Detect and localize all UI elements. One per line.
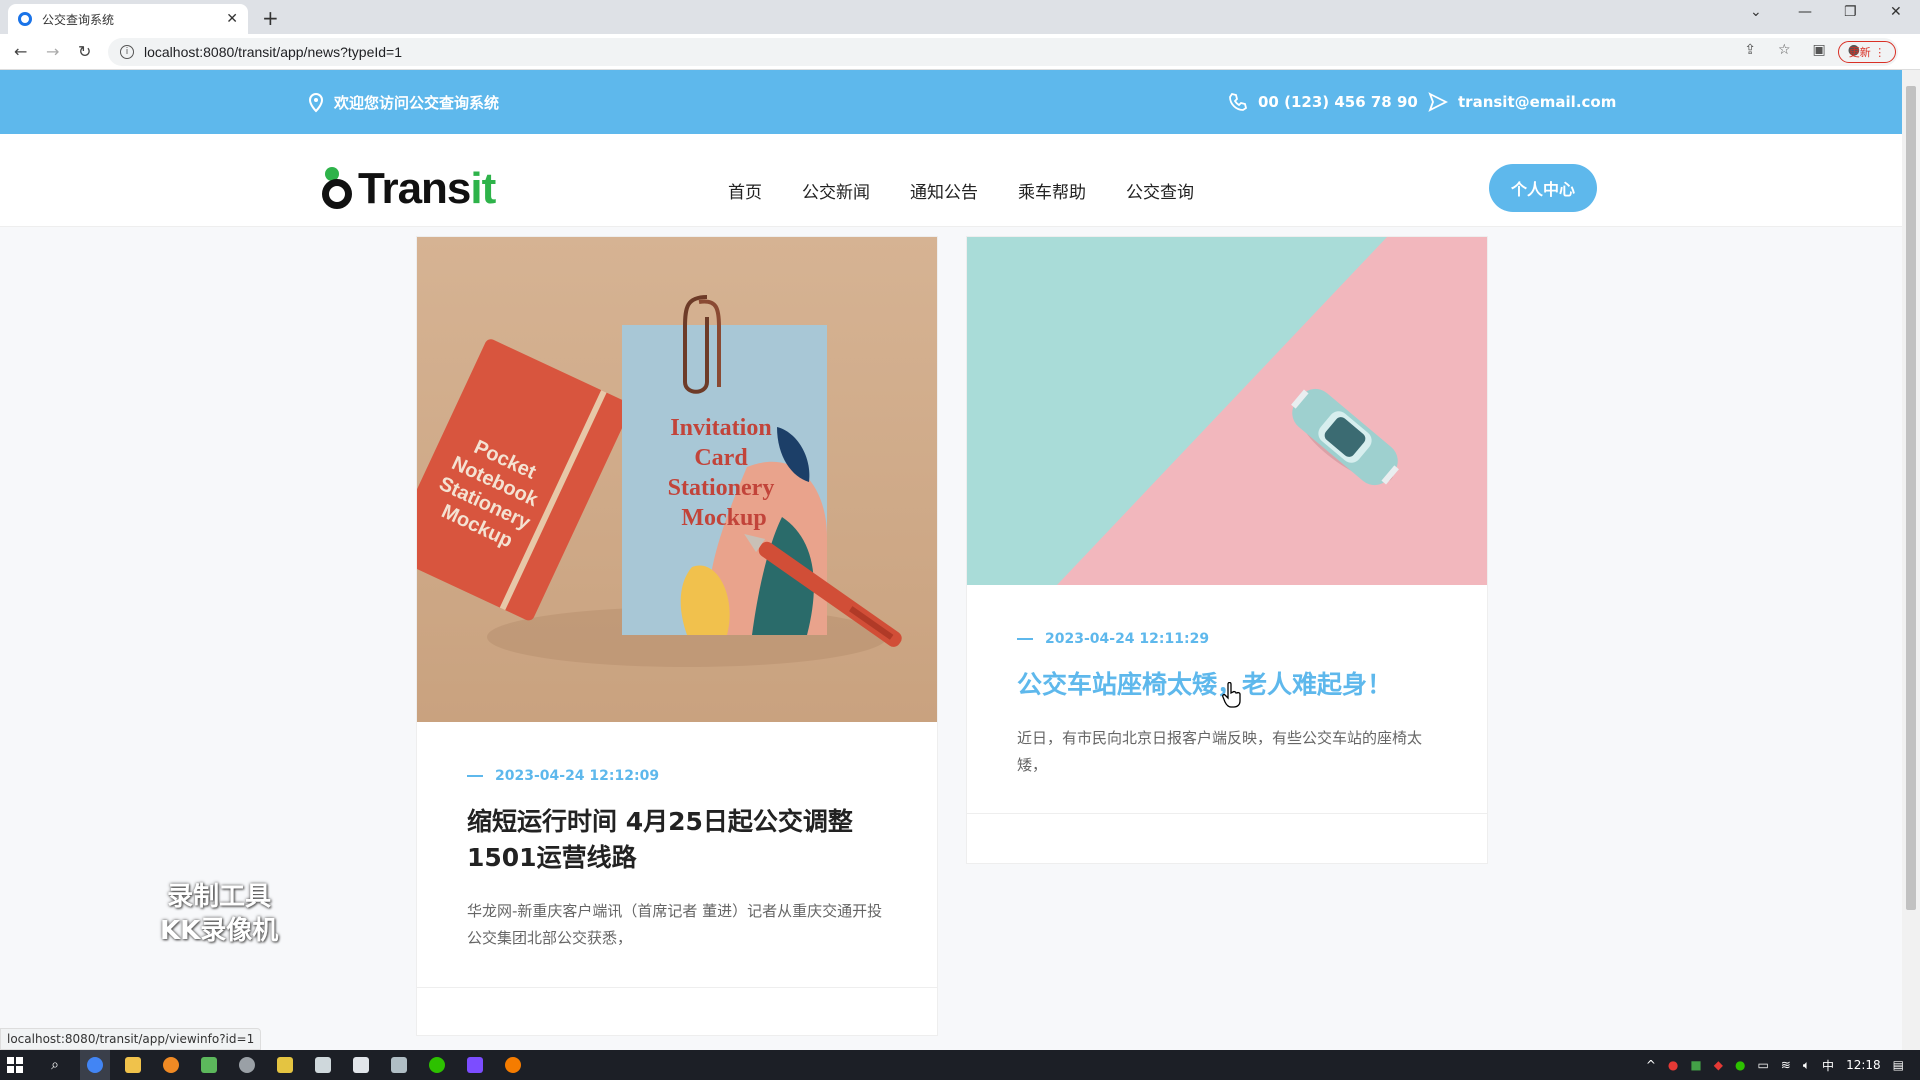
browser-tab[interactable]: 公交查询系统 ✕ [8, 4, 248, 34]
notifications-icon[interactable]: ▤ [1893, 1058, 1904, 1072]
restore-icon[interactable]: ❐ [1844, 4, 1857, 20]
windows-start-icon[interactable] [0, 1050, 30, 1080]
phone-icon [1229, 92, 1248, 111]
news-title[interactable]: 缩短运行时间 4月25日起公交调整1501运营线路 [467, 804, 887, 876]
favicon-icon [18, 12, 32, 26]
logo-mark-icon [320, 167, 354, 211]
wifi-icon[interactable]: ≋ [1781, 1058, 1791, 1072]
browser-toolbar: ← → ↻ i localhost:8080/transit/app/news?… [0, 34, 1920, 70]
tray-app-red-icon[interactable]: ● [1668, 1058, 1678, 1072]
news-date: 2023-04-24 12:12:09 [467, 768, 887, 784]
card-divider [417, 987, 937, 988]
toy-car-image [967, 237, 1487, 585]
news-card-image[interactable] [967, 237, 1487, 585]
volume-icon[interactable]: 🔈︎ [1803, 1058, 1810, 1073]
nav-item-help[interactable]: 乘车帮助 [1018, 178, 1086, 203]
side-panel-icon[interactable]: ▣ [1813, 42, 1826, 58]
ime-indicator[interactable]: 中 [1822, 1057, 1834, 1074]
update-button[interactable]: 更新 ⋮ [1838, 41, 1896, 63]
location-icon [308, 92, 324, 112]
hand-cursor-icon [1222, 682, 1241, 708]
close-window-icon[interactable]: ✕ [1890, 4, 1902, 20]
scrollbar-thumb[interactable] [1906, 86, 1916, 910]
news-card[interactable]: Pocket Notebook Stationery Mockup Invita… [416, 236, 938, 1036]
notepad-icon[interactable] [308, 1050, 338, 1080]
tab-search-icon[interactable]: ⌄ [1750, 4, 1762, 20]
page-scrollbar[interactable] [1902, 70, 1920, 1050]
nav-item-notices[interactable]: 通知公告 [910, 178, 978, 203]
main-nav: 首页 公交新闻 通知公告 乘车帮助 公交查询 [728, 178, 1194, 203]
logo-text-dark: Trans [358, 164, 471, 213]
back-icon[interactable]: ← [14, 42, 27, 61]
document-icon[interactable] [384, 1050, 414, 1080]
phone-text: 00 (123) 456 78 90 [1258, 93, 1418, 111]
share-icon[interactable]: ⇪ [1744, 42, 1756, 58]
recorder-app-icon[interactable] [498, 1050, 528, 1080]
settings-icon[interactable] [232, 1050, 262, 1080]
tray-wechat-icon[interactable]: ● [1735, 1058, 1745, 1072]
top-info-bar: 欢迎您访问公交查询系统 00 (123) 456 78 90 transit@e… [0, 70, 1902, 134]
logo-text-green: it [470, 164, 496, 213]
link-status-bar: localhost:8080/transit/app/viewinfo?id=1 [0, 1028, 262, 1050]
welcome-text: 欢迎您访问公交查询系统 [334, 94, 500, 112]
browser-tabbar: 公交查询系统 ✕ + ⌄ — ❐ ✕ [0, 0, 1920, 34]
recorder-watermark: 录制工具 KK录像机 [160, 880, 278, 948]
new-tab-icon[interactable]: + [262, 6, 279, 30]
address-bar[interactable]: i localhost:8080/transit/app/news?typeId… [108, 38, 1898, 66]
wechat-icon[interactable] [422, 1050, 452, 1080]
tab-title: 公交查询系统 [42, 12, 115, 27]
card-divider [967, 813, 1487, 814]
phone-item: 00 (123) 456 78 90 [1228, 92, 1418, 112]
tray-app-icon[interactable]: ◆ [1714, 1058, 1723, 1072]
nav-item-home[interactable]: 首页 [728, 178, 762, 203]
watermark-line-2: KK录像机 [160, 916, 279, 946]
clock[interactable]: 12:18 [1846, 1058, 1881, 1072]
app-purple-icon[interactable] [460, 1050, 490, 1080]
file-explorer-icon[interactable] [118, 1050, 148, 1080]
photos-icon[interactable] [346, 1050, 376, 1080]
nav-item-news[interactable]: 公交新闻 [802, 178, 870, 203]
news-summary: 华龙网-新重庆客户端讯（首席记者 董进）记者从重庆交通开投公交集团北部公交获悉， [467, 902, 883, 947]
windows-taskbar: ⌕ ^ ● ■ ◆ ● ▭ ≋ 🔈︎ 中 12:18 ▤ [0, 1050, 1920, 1080]
site-header: Transit 首页 公交新闻 通知公告 乘车帮助 公交查询 个人中心 [0, 134, 1902, 227]
minimize-icon[interactable]: — [1798, 4, 1812, 20]
system-tray: ^ ● ■ ◆ ● ▭ ≋ 🔈︎ 中 12:18 ▤ [1646, 1050, 1920, 1080]
watermark-line-1: 录制工具 [167, 882, 272, 912]
nav-item-query[interactable]: 公交查询 [1126, 178, 1194, 203]
news-summary: 近日，有市民向北京日报客户端反映，有些公交车站的座椅太矮， [1017, 729, 1423, 774]
bookmark-star-icon[interactable]: ☆ [1778, 42, 1791, 58]
user-center-button[interactable]: 个人中心 [1489, 164, 1597, 212]
reload-icon[interactable]: ↻ [78, 42, 91, 61]
app-yellow-icon[interactable] [270, 1050, 300, 1080]
tray-network-icon[interactable]: ▭ [1757, 1058, 1768, 1072]
tray-app-green-icon[interactable]: ■ [1690, 1058, 1701, 1072]
update-label: 更新 [1848, 46, 1871, 59]
tray-expand-icon[interactable]: ^ [1646, 1058, 1656, 1072]
url-text: localhost:8080/transit/app/news?typeId=1 [144, 44, 403, 60]
send-icon [1428, 92, 1448, 112]
search-tool-icon[interactable] [156, 1050, 186, 1080]
email-text: transit@email.com [1458, 93, 1617, 111]
news-card-image[interactable]: Pocket Notebook Stationery Mockup Invita… [417, 237, 937, 722]
close-tab-icon[interactable]: ✕ [226, 11, 238, 27]
app-green-icon[interactable] [194, 1050, 224, 1080]
news-date: 2023-04-24 12:11:29 [1017, 631, 1437, 647]
forward-icon[interactable]: → [46, 42, 59, 61]
chrome-taskbar-icon[interactable] [80, 1050, 110, 1080]
site-logo[interactable]: Transit [320, 164, 496, 214]
news-card-body: 2023-04-24 12:12:09 缩短运行时间 4月25日起公交调整150… [417, 722, 937, 952]
welcome-item: 欢迎您访问公交查询系统 [308, 92, 499, 113]
site-info-icon[interactable]: i [120, 45, 134, 59]
stationery-mockup-image: Pocket Notebook Stationery Mockup Invita… [417, 237, 937, 722]
email-item[interactable]: transit@email.com [1428, 92, 1616, 112]
logo-text: Transit [358, 164, 496, 214]
news-card[interactable]: 2023-04-24 12:11:29 公交车站座椅太矮，老人难起身！ 近日，有… [966, 236, 1488, 864]
search-icon[interactable]: ⌕ [40, 1050, 70, 1080]
